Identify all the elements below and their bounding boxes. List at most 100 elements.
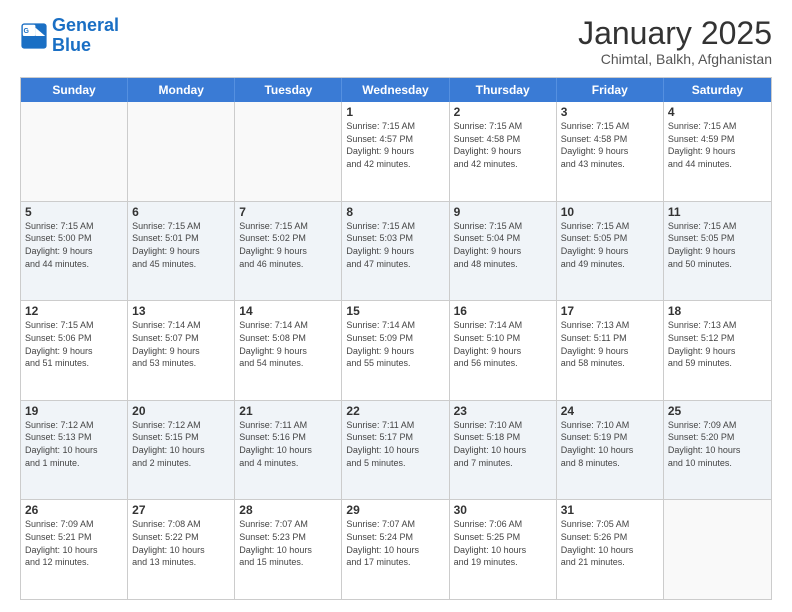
calendar-cell: 9Sunrise: 7:15 AM Sunset: 5:04 PM Daylig… [450, 202, 557, 301]
calendar-row-0: 1Sunrise: 7:15 AM Sunset: 4:57 PM Daylig… [21, 102, 771, 201]
day-info: Sunrise: 7:14 AM Sunset: 5:07 PM Dayligh… [132, 319, 230, 369]
calendar-cell: 5Sunrise: 7:15 AM Sunset: 5:00 PM Daylig… [21, 202, 128, 301]
day-info: Sunrise: 7:15 AM Sunset: 4:58 PM Dayligh… [454, 120, 552, 170]
day-info: Sunrise: 7:15 AM Sunset: 5:06 PM Dayligh… [25, 319, 123, 369]
day-info: Sunrise: 7:11 AM Sunset: 5:17 PM Dayligh… [346, 419, 444, 469]
day-number: 10 [561, 205, 659, 219]
day-header-friday: Friday [557, 78, 664, 102]
day-header-saturday: Saturday [664, 78, 771, 102]
day-info: Sunrise: 7:15 AM Sunset: 5:02 PM Dayligh… [239, 220, 337, 270]
day-info: Sunrise: 7:13 AM Sunset: 5:12 PM Dayligh… [668, 319, 767, 369]
day-number: 15 [346, 304, 444, 318]
day-number: 25 [668, 404, 767, 418]
day-number: 7 [239, 205, 337, 219]
calendar-cell: 29Sunrise: 7:07 AM Sunset: 5:24 PM Dayli… [342, 500, 449, 599]
calendar-cell: 20Sunrise: 7:12 AM Sunset: 5:15 PM Dayli… [128, 401, 235, 500]
day-number: 8 [346, 205, 444, 219]
day-header-sunday: Sunday [21, 78, 128, 102]
day-number: 30 [454, 503, 552, 517]
calendar-cell: 6Sunrise: 7:15 AM Sunset: 5:01 PM Daylig… [128, 202, 235, 301]
day-info: Sunrise: 7:08 AM Sunset: 5:22 PM Dayligh… [132, 518, 230, 568]
calendar-cell: 4Sunrise: 7:15 AM Sunset: 4:59 PM Daylig… [664, 102, 771, 201]
day-number: 3 [561, 105, 659, 119]
day-number: 12 [25, 304, 123, 318]
day-number: 18 [668, 304, 767, 318]
day-info: Sunrise: 7:15 AM Sunset: 5:03 PM Dayligh… [346, 220, 444, 270]
day-info: Sunrise: 7:11 AM Sunset: 5:16 PM Dayligh… [239, 419, 337, 469]
logo-blue: Blue [52, 36, 119, 56]
day-info: Sunrise: 7:15 AM Sunset: 5:00 PM Dayligh… [25, 220, 123, 270]
day-info: Sunrise: 7:10 AM Sunset: 5:18 PM Dayligh… [454, 419, 552, 469]
day-number: 5 [25, 205, 123, 219]
logo-general: General [52, 15, 119, 35]
day-header-tuesday: Tuesday [235, 78, 342, 102]
day-number: 1 [346, 105, 444, 119]
calendar-cell: 17Sunrise: 7:13 AM Sunset: 5:11 PM Dayli… [557, 301, 664, 400]
day-number: 31 [561, 503, 659, 517]
calendar-cell: 19Sunrise: 7:12 AM Sunset: 5:13 PM Dayli… [21, 401, 128, 500]
day-info: Sunrise: 7:15 AM Sunset: 4:59 PM Dayligh… [668, 120, 767, 170]
day-number: 22 [346, 404, 444, 418]
calendar-cell: 24Sunrise: 7:10 AM Sunset: 5:19 PM Dayli… [557, 401, 664, 500]
day-number: 17 [561, 304, 659, 318]
day-number: 11 [668, 205, 767, 219]
calendar-cell: 28Sunrise: 7:07 AM Sunset: 5:23 PM Dayli… [235, 500, 342, 599]
day-info: Sunrise: 7:14 AM Sunset: 5:10 PM Dayligh… [454, 319, 552, 369]
day-number: 19 [25, 404, 123, 418]
calendar-body: 1Sunrise: 7:15 AM Sunset: 4:57 PM Daylig… [21, 102, 771, 599]
day-number: 29 [346, 503, 444, 517]
day-info: Sunrise: 7:13 AM Sunset: 5:11 PM Dayligh… [561, 319, 659, 369]
day-number: 21 [239, 404, 337, 418]
page: G General Blue January 2025 Chimtal, Bal… [0, 0, 792, 612]
calendar-cell: 25Sunrise: 7:09 AM Sunset: 5:20 PM Dayli… [664, 401, 771, 500]
month-title: January 2025 [578, 16, 772, 51]
day-info: Sunrise: 7:10 AM Sunset: 5:19 PM Dayligh… [561, 419, 659, 469]
calendar-cell: 2Sunrise: 7:15 AM Sunset: 4:58 PM Daylig… [450, 102, 557, 201]
day-info: Sunrise: 7:15 AM Sunset: 5:04 PM Dayligh… [454, 220, 552, 270]
title-area: January 2025 Chimtal, Balkh, Afghanistan [578, 16, 772, 67]
logo-icon: G [20, 22, 48, 50]
day-header-monday: Monday [128, 78, 235, 102]
calendar-cell: 13Sunrise: 7:14 AM Sunset: 5:07 PM Dayli… [128, 301, 235, 400]
calendar-cell: 31Sunrise: 7:05 AM Sunset: 5:26 PM Dayli… [557, 500, 664, 599]
day-number: 28 [239, 503, 337, 517]
calendar-cell: 18Sunrise: 7:13 AM Sunset: 5:12 PM Dayli… [664, 301, 771, 400]
calendar-cell: 12Sunrise: 7:15 AM Sunset: 5:06 PM Dayli… [21, 301, 128, 400]
header: G General Blue January 2025 Chimtal, Bal… [20, 16, 772, 67]
calendar-cell: 26Sunrise: 7:09 AM Sunset: 5:21 PM Dayli… [21, 500, 128, 599]
calendar-cell: 8Sunrise: 7:15 AM Sunset: 5:03 PM Daylig… [342, 202, 449, 301]
calendar-row-1: 5Sunrise: 7:15 AM Sunset: 5:00 PM Daylig… [21, 201, 771, 301]
day-headers: SundayMondayTuesdayWednesdayThursdayFrid… [21, 78, 771, 102]
day-number: 4 [668, 105, 767, 119]
day-info: Sunrise: 7:15 AM Sunset: 4:58 PM Dayligh… [561, 120, 659, 170]
day-number: 27 [132, 503, 230, 517]
day-info: Sunrise: 7:14 AM Sunset: 5:08 PM Dayligh… [239, 319, 337, 369]
calendar-cell: 14Sunrise: 7:14 AM Sunset: 5:08 PM Dayli… [235, 301, 342, 400]
location: Chimtal, Balkh, Afghanistan [578, 51, 772, 67]
day-info: Sunrise: 7:09 AM Sunset: 5:21 PM Dayligh… [25, 518, 123, 568]
day-info: Sunrise: 7:14 AM Sunset: 5:09 PM Dayligh… [346, 319, 444, 369]
day-number: 14 [239, 304, 337, 318]
calendar-cell: 23Sunrise: 7:10 AM Sunset: 5:18 PM Dayli… [450, 401, 557, 500]
calendar-cell: 1Sunrise: 7:15 AM Sunset: 4:57 PM Daylig… [342, 102, 449, 201]
calendar-cell: 7Sunrise: 7:15 AM Sunset: 5:02 PM Daylig… [235, 202, 342, 301]
day-info: Sunrise: 7:15 AM Sunset: 5:05 PM Dayligh… [668, 220, 767, 270]
day-header-thursday: Thursday [450, 78, 557, 102]
day-info: Sunrise: 7:12 AM Sunset: 5:15 PM Dayligh… [132, 419, 230, 469]
day-number: 23 [454, 404, 552, 418]
day-info: Sunrise: 7:15 AM Sunset: 5:05 PM Dayligh… [561, 220, 659, 270]
day-info: Sunrise: 7:09 AM Sunset: 5:20 PM Dayligh… [668, 419, 767, 469]
day-header-wednesday: Wednesday [342, 78, 449, 102]
calendar-cell: 3Sunrise: 7:15 AM Sunset: 4:58 PM Daylig… [557, 102, 664, 201]
svg-text:G: G [24, 28, 30, 35]
day-number: 13 [132, 304, 230, 318]
calendar-cell: 22Sunrise: 7:11 AM Sunset: 5:17 PM Dayli… [342, 401, 449, 500]
calendar-cell [664, 500, 771, 599]
day-info: Sunrise: 7:05 AM Sunset: 5:26 PM Dayligh… [561, 518, 659, 568]
day-info: Sunrise: 7:07 AM Sunset: 5:24 PM Dayligh… [346, 518, 444, 568]
day-info: Sunrise: 7:15 AM Sunset: 4:57 PM Dayligh… [346, 120, 444, 170]
calendar-cell: 11Sunrise: 7:15 AM Sunset: 5:05 PM Dayli… [664, 202, 771, 301]
calendar-cell: 27Sunrise: 7:08 AM Sunset: 5:22 PM Dayli… [128, 500, 235, 599]
calendar-row-3: 19Sunrise: 7:12 AM Sunset: 5:13 PM Dayli… [21, 400, 771, 500]
day-number: 16 [454, 304, 552, 318]
